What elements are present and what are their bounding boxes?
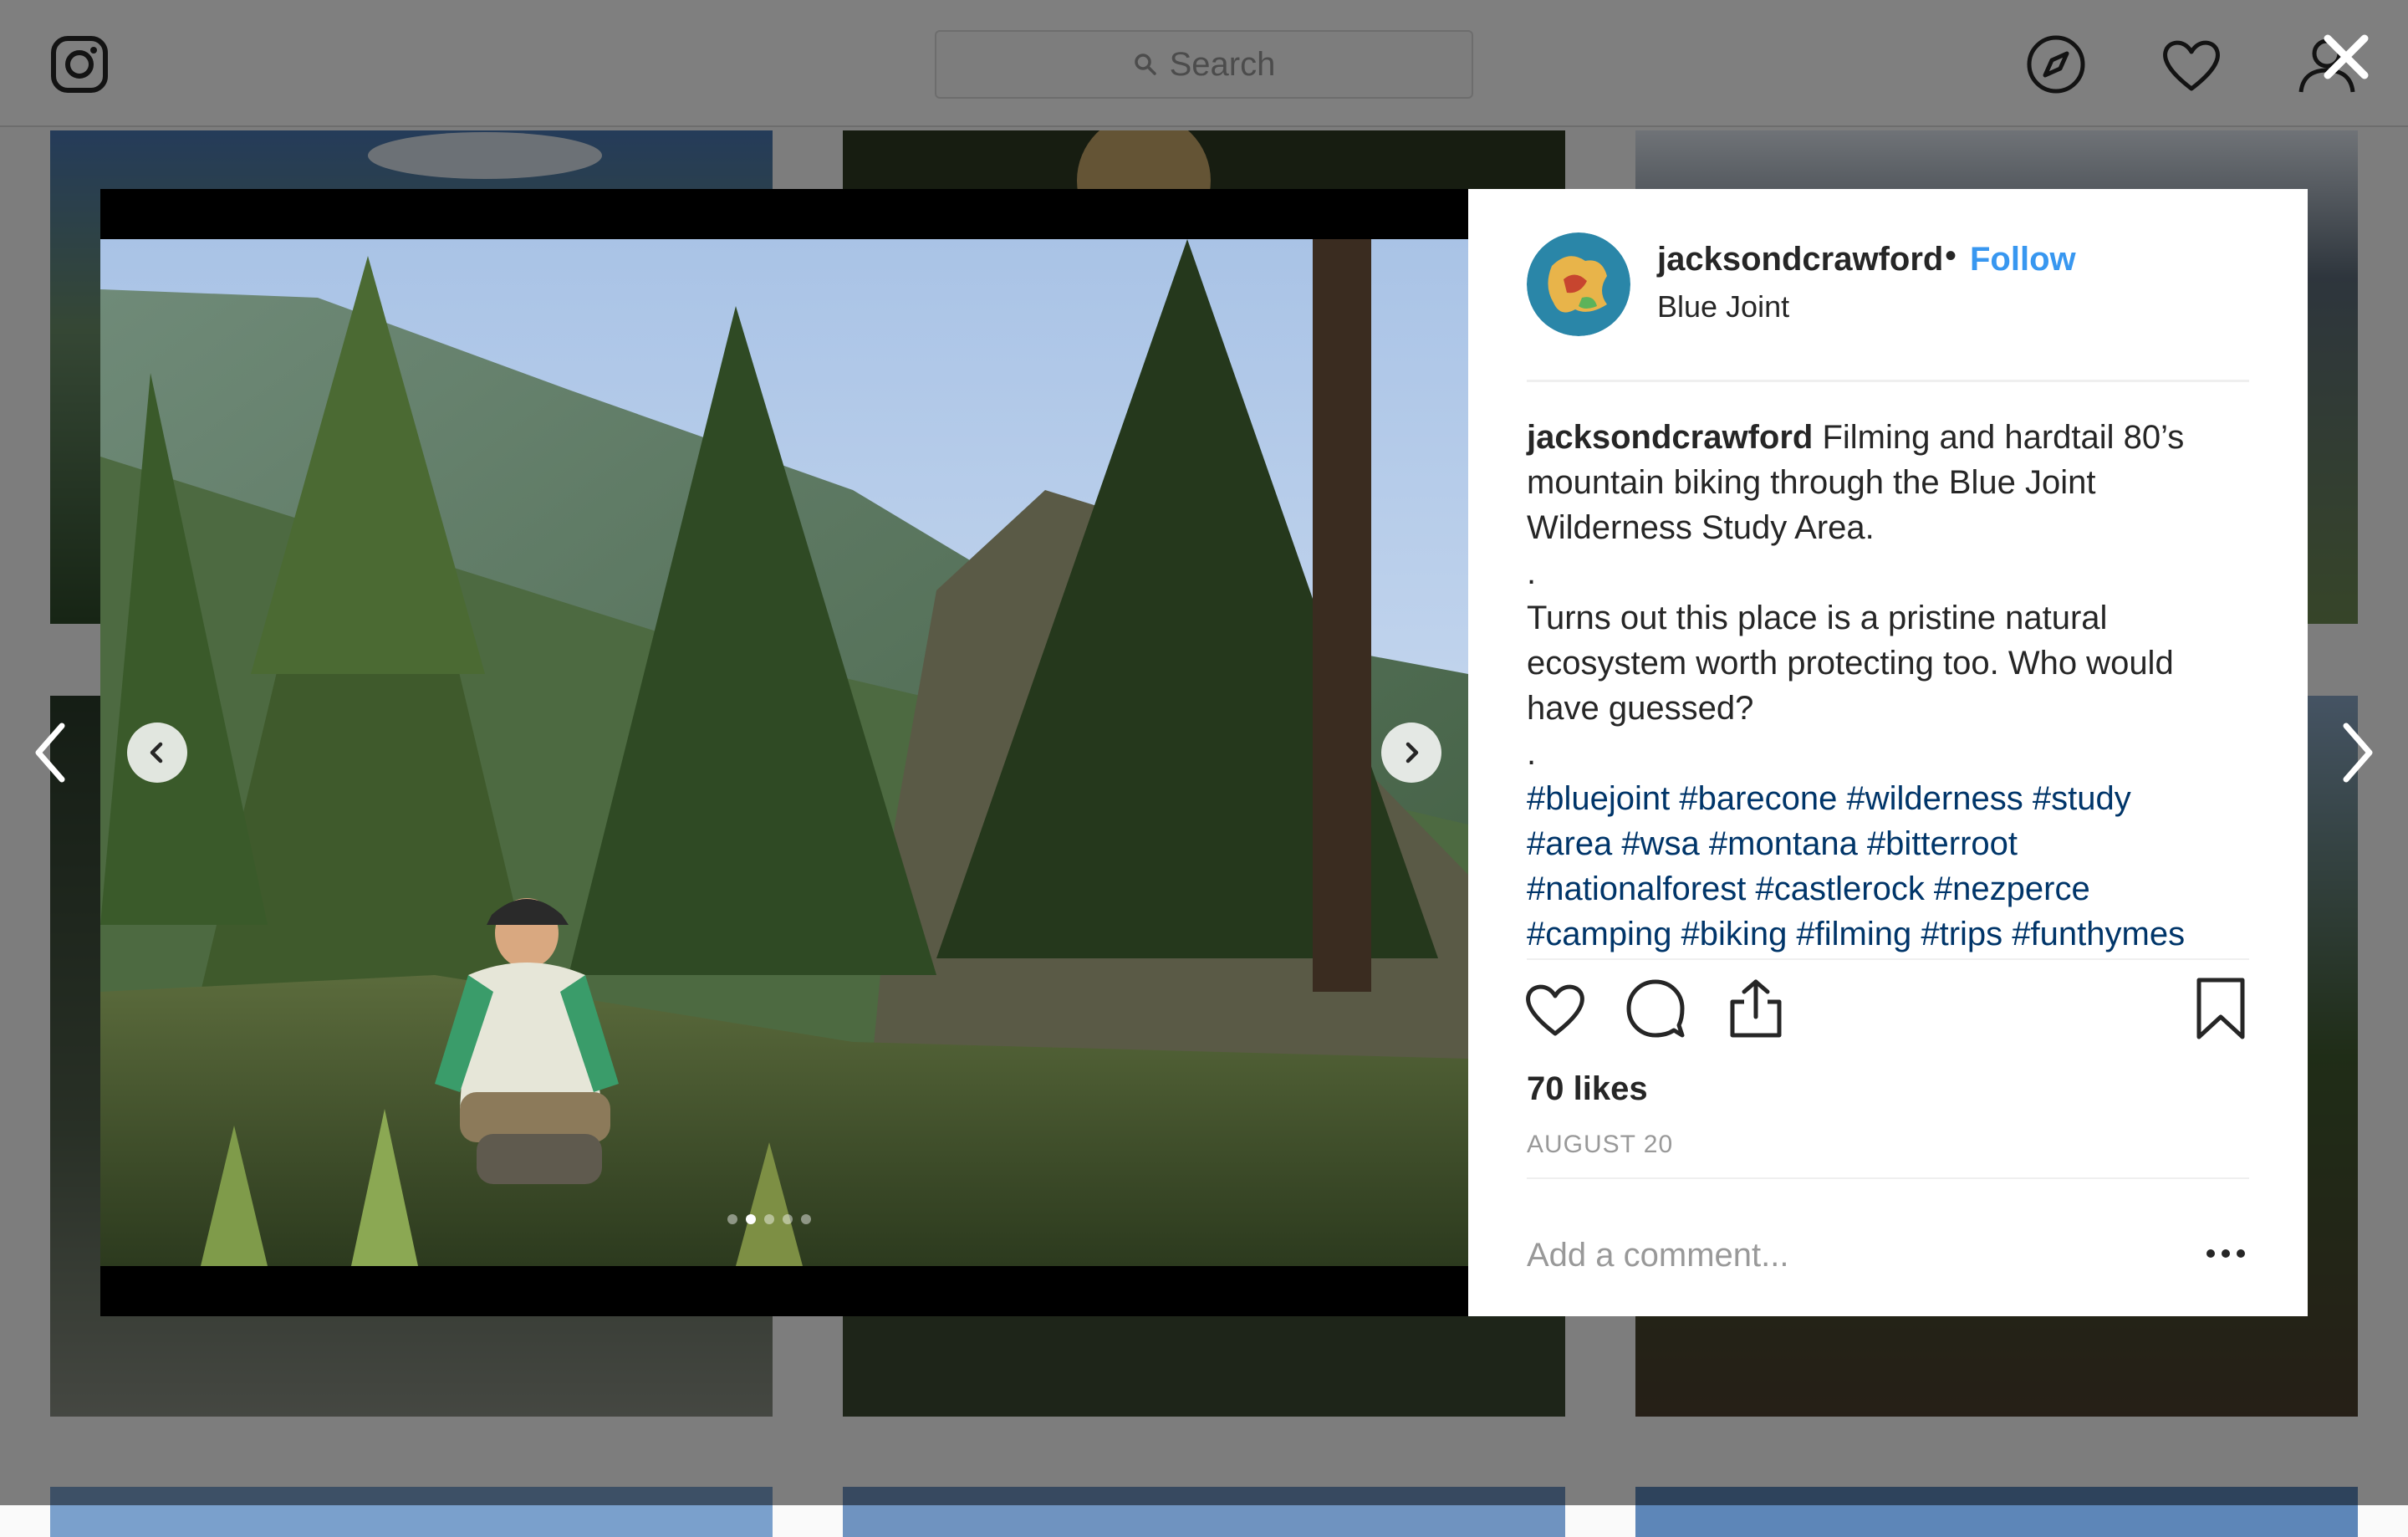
post-author-username[interactable]: jacksondcrawford	[1657, 241, 1943, 278]
post-date[interactable]: AUGUST 20	[1527, 1131, 1673, 1159]
hashtag-line[interactable]: #nationalforest #castlerock #nezperce	[1527, 866, 2249, 911]
caption-username[interactable]: jacksondcrawford	[1527, 419, 1813, 456]
caption-text: .	[1527, 554, 1537, 591]
more-options-icon[interactable]	[2202, 1241, 2249, 1266]
divider	[1527, 380, 2249, 382]
separator-dot: •	[1945, 237, 1957, 274]
caption-text: Filming and hardtail 80’s	[1822, 419, 2185, 456]
caption-text: Turns out this place is a pristine natur…	[1527, 600, 2108, 636]
caption-text: mountain biking through the Blue Joint	[1527, 464, 2096, 501]
next-post-arrow-icon[interactable]	[2336, 719, 2380, 786]
close-icon[interactable]	[2321, 32, 2371, 82]
like-count[interactable]: 70 likes	[1527, 1070, 1648, 1108]
comment-icon[interactable]	[1624, 977, 1687, 1040]
like-heart-icon[interactable]	[1523, 977, 1587, 1040]
bookmark-icon[interactable]	[2189, 977, 2252, 1040]
caption-text: .	[1527, 735, 1537, 772]
carousel-dot	[783, 1214, 793, 1224]
share-icon[interactable]	[1724, 977, 1788, 1040]
post-photo[interactable]	[100, 239, 1468, 1266]
carousel-next-button[interactable]	[1381, 723, 1441, 783]
follow-button[interactable]: Follow	[1970, 241, 2076, 278]
caption-first-line: jacksondcrawford Filming and hardtail 80…	[1527, 415, 2249, 460]
divider	[1527, 958, 2249, 960]
post-location[interactable]: Blue Joint	[1657, 289, 1789, 324]
carousel-prev-button[interactable]	[127, 723, 187, 783]
hashtag-line[interactable]: #bluejoint #barecone #wilderness #study	[1527, 776, 2249, 821]
carousel-dot	[727, 1214, 737, 1224]
carousel-dot	[764, 1214, 774, 1224]
hashtag-line[interactable]: #area #wsa #montana #bitterroot	[1527, 821, 2249, 866]
hashtag-line[interactable]: #camping #biking #filming #trips #funthy…	[1527, 911, 2249, 957]
caption-text: ecosystem worth protecting too. Who woul…	[1527, 645, 2174, 682]
chevron-right-icon	[1406, 742, 1419, 763]
avatar[interactable]	[1527, 232, 1630, 336]
add-comment-input[interactable]	[1527, 1226, 2179, 1284]
post-caption: jacksondcrawford Filming and hardtail 80…	[1527, 415, 2249, 957]
carousel-indicator	[727, 1214, 811, 1224]
previous-post-arrow-icon[interactable]	[28, 719, 72, 786]
caption-text: have guessed?	[1527, 690, 1754, 727]
carousel-dot	[746, 1214, 756, 1224]
post-media	[100, 189, 1468, 1316]
chevron-left-icon	[150, 742, 163, 763]
post-modal: jacksondcrawford • Follow Blue Joint jac…	[100, 189, 2308, 1316]
carousel-dot	[801, 1214, 811, 1224]
post-details-panel: jacksondcrawford • Follow Blue Joint jac…	[1468, 189, 2308, 1316]
divider	[1527, 1177, 2249, 1179]
caption-text: Wilderness Study Area.	[1527, 509, 1875, 546]
